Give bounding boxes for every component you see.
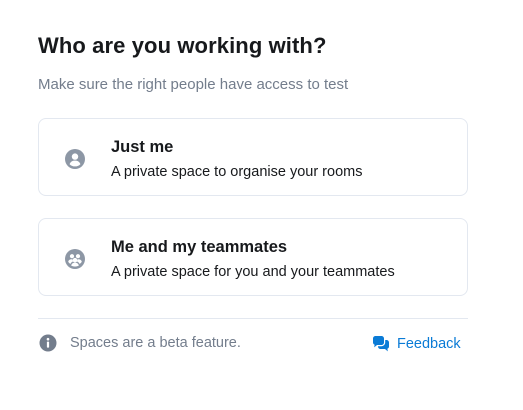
- feedback-label: Feedback: [397, 336, 461, 352]
- dialog-title: Who are you working with?: [38, 33, 327, 58]
- option-title: Just me: [111, 138, 174, 156]
- dialog-subtitle: Make sure the right people have access t…: [38, 76, 349, 93]
- chat-bubbles-icon: [372, 335, 390, 353]
- option-me-and-teammates[interactable]: Me and my teammates A private space for …: [38, 218, 468, 296]
- option-description: A private space to organise your rooms: [111, 164, 363, 180]
- option-just-me[interactable]: Just me A private space to organise your…: [38, 118, 468, 196]
- beta-notice: Spaces are a beta feature.: [70, 335, 241, 351]
- option-title: Me and my teammates: [111, 238, 288, 256]
- feedback-button[interactable]: Feedback: [372, 333, 461, 355]
- info-icon: [39, 334, 57, 352]
- user-icon: [65, 149, 85, 169]
- group-icon: [65, 249, 85, 269]
- option-description: A private space for you and your teammat…: [111, 264, 395, 280]
- create-space-dialog: Who are you working with? Make sure the …: [0, 0, 523, 410]
- footer-divider: [38, 318, 468, 319]
